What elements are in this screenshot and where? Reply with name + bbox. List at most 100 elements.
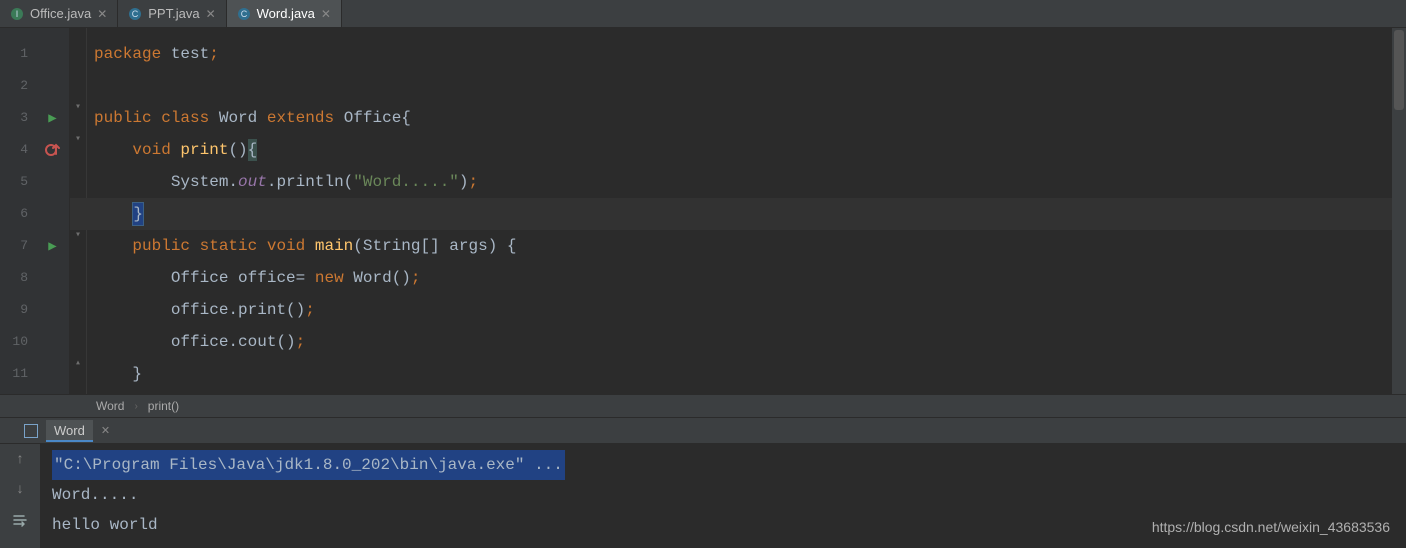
console-command: "C:\Program Files\Java\jdk1.8.0_202\bin\… [52,450,565,480]
line-number: 6 [0,198,36,230]
parens: () [286,301,305,319]
rparen: ) [459,173,469,191]
dot: . [228,173,238,191]
dot: . [267,173,277,191]
string-lit: "Word....." [353,173,459,191]
parens: () [228,141,247,159]
close-icon[interactable]: ✕ [206,8,216,20]
breadcrumb-method[interactable]: print() [148,399,179,413]
close-brace: } [132,365,142,383]
vertical-scrollbar[interactable] [1392,28,1406,394]
line-number: 9 [0,294,36,326]
var: office [171,333,229,351]
line-number: 11 [0,358,36,390]
kw-void: void [132,141,170,159]
arg-type: String[] [363,237,440,255]
line-number: 2 [0,70,36,102]
soft-wrap-icon[interactable] [10,510,30,530]
method-main: main [315,237,353,255]
tab-office[interactable]: I Office.java ✕ [0,0,118,27]
chevron-right-icon: › [134,401,137,412]
class-icon: C [237,7,251,21]
svg-text:C: C [132,9,139,19]
var-name: office [238,269,296,287]
method-name: print [180,141,228,159]
class-name: Word [219,109,257,127]
lparen: ( [353,237,363,255]
breadcrumb-class[interactable]: Word [96,399,124,413]
console-output[interactable]: "C:\Program Files\Java\jdk1.8.0_202\bin\… [40,444,1406,548]
open-brace: { [401,109,411,127]
kw-package: package [94,45,161,63]
lparen: ( [344,173,354,191]
line-number: 3 [0,102,36,134]
scroll-down-icon[interactable]: ↓ [10,480,30,500]
line-number: 1 [0,38,36,70]
line-number-gutter: 1 2 3 4 5 6 7 8 9 10 11 [0,28,36,394]
editor-tab-bar: I Office.java ✕ C PPT.java ✕ C Word.java… [0,0,1406,28]
tab-word[interactable]: C Word.java ✕ [227,0,342,27]
kw-new: new [315,269,344,287]
arg-name: args [449,237,487,255]
class-icon: C [128,7,142,21]
var-type: Office [171,269,229,287]
tab-ppt[interactable]: C PPT.java ✕ [118,0,226,27]
line-number: 4 [0,134,36,166]
open-brace: { [248,139,258,161]
line-number: 7 [0,230,36,262]
space [497,237,507,255]
kw-public: public [94,109,152,127]
kw-void: void [267,237,305,255]
breadcrumb: Word › print() [0,394,1406,418]
var: office [171,301,229,319]
field-out: out [238,173,267,191]
semicolon: ; [305,301,315,319]
dot: . [228,301,238,319]
parens: () [392,269,411,287]
parens: () [276,333,295,351]
semicolon: ; [209,45,219,63]
close-icon[interactable]: ✕ [101,424,110,437]
line-number: 10 [0,326,36,358]
run-console: ↑ ↓ "C:\Program Files\Java\jdk1.8.0_202\… [0,444,1406,548]
line-number: 5 [0,166,36,198]
tab-label: Office.java [30,6,91,21]
eq: = [296,269,306,287]
console-line: Word..... [52,480,1394,510]
interface-icon: I [10,7,24,21]
code-editor[interactable]: ▾ ▾ ▴ ▾ ▴ package test; public class Wor… [70,28,1392,394]
super-name: Office [344,109,402,127]
call: cout [238,333,276,351]
tab-label: PPT.java [148,6,199,21]
run-tool-header: Word ✕ [0,418,1406,444]
call-println: println [276,173,343,191]
dot: . [228,333,238,351]
editor-area: 1 2 3 4 5 6 7 8 9 10 11 ▶ ▶ [0,28,1406,394]
pkg-name: test [171,45,209,63]
watermark-text: https://blog.csdn.net/weixin_43683536 [1152,512,1390,542]
console-gutter: ↑ ↓ [0,444,40,548]
open-brace: { [507,237,517,255]
kw-class: class [161,109,209,127]
scroll-thumb[interactable] [1394,30,1404,110]
rparen: ) [488,237,498,255]
override-up-icon[interactable] [44,141,62,159]
scroll-up-icon[interactable]: ↑ [10,450,30,470]
run-tab-title[interactable]: Word [46,420,93,442]
kw-public: public [132,237,190,255]
run-config-icon [24,424,38,438]
semicolon: ; [469,173,479,191]
kw-extends: extends [267,109,334,127]
run-line-icon[interactable]: ▶ [48,110,56,127]
svg-text:I: I [16,9,19,19]
semicolon: ; [296,333,306,351]
close-icon[interactable]: ✕ [321,8,331,20]
semicolon: ; [411,269,421,287]
close-icon[interactable]: ✕ [97,8,107,20]
run-line-icon[interactable]: ▶ [48,238,56,255]
close-brace: } [132,202,144,226]
call: print [238,301,286,319]
gutter-actions: ▶ ▶ [36,28,70,394]
line-number: 8 [0,262,36,294]
kw-static: static [200,237,258,255]
